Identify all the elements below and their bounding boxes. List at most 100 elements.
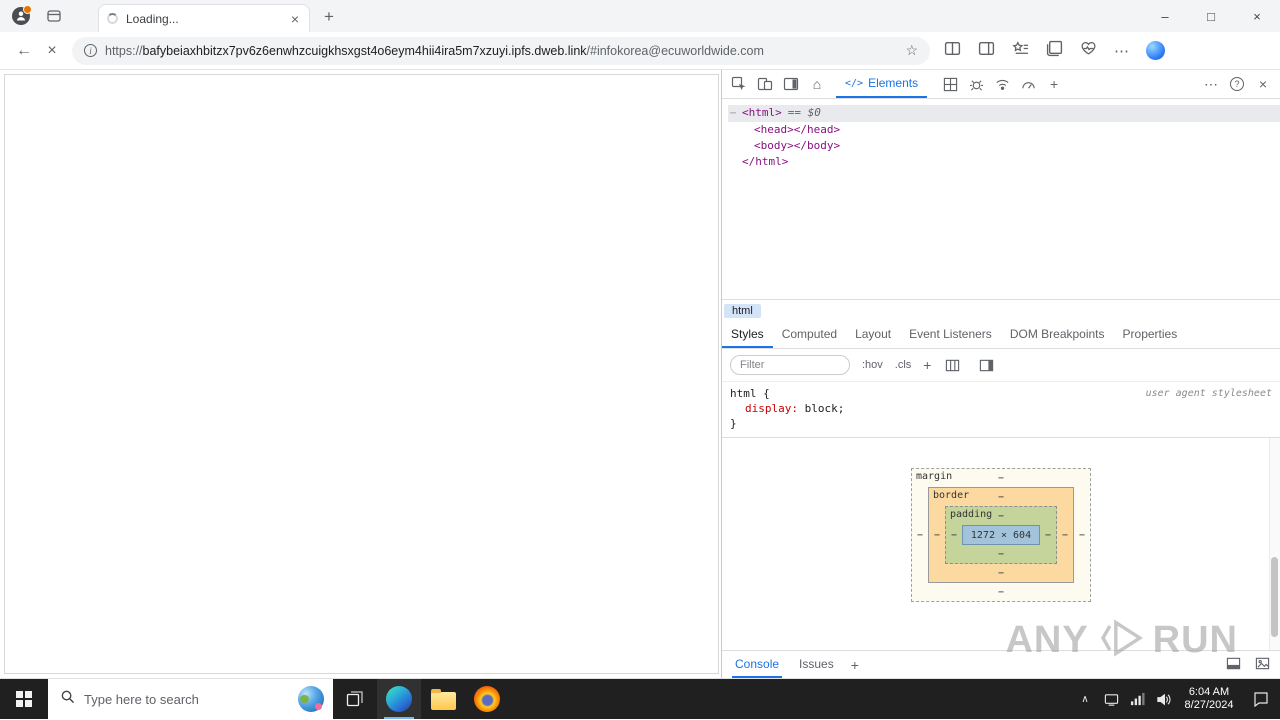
margin-left-value[interactable]: −	[912, 487, 928, 583]
devtools-more-icon[interactable]: ⋯	[1198, 71, 1224, 97]
computed-columns-icon[interactable]	[939, 352, 965, 378]
taskbar-firefox-button[interactable]	[465, 679, 509, 719]
taskbar: Type here to search ∧ 6:04 AM 8/27/2024	[0, 679, 1280, 719]
code-brackets-icon: </>	[845, 77, 864, 89]
network-tray-icon[interactable]	[1124, 679, 1150, 719]
box-model-padding[interactable]: padding − − − − 1272 × 604	[945, 506, 1057, 564]
address-bar[interactable]: i https://bafybeiaxhbitzx7pv6z6enwhzcuig…	[72, 36, 930, 65]
padding-right-value[interactable]: −	[1040, 525, 1056, 545]
scrollbar-thumb[interactable]	[1271, 556, 1278, 638]
tab-computed[interactable]: Computed	[773, 321, 846, 348]
browser-toolbar: ← × i https://bafybeiaxhbitzx7pv6z6enwhz…	[0, 32, 1280, 70]
profile-avatar-icon[interactable]	[12, 5, 32, 25]
split-screen-icon[interactable]	[944, 40, 961, 62]
css-value[interactable]: block;	[805, 402, 845, 415]
dom-node-body[interactable]: <body></body>	[728, 138, 1280, 154]
devtools-panel: ⌂ </> Elements + ⋯ ? × ⋯ <html> == $0 <h…	[722, 70, 1280, 678]
padding-bottom-value[interactable]: −	[962, 545, 1040, 563]
tab-layout[interactable]: Layout	[846, 321, 900, 348]
search-icon	[60, 689, 75, 709]
border-right-value[interactable]: −	[1057, 506, 1073, 564]
favorites-list-icon[interactable]	[1012, 40, 1029, 62]
panel-performance-icon[interactable]	[1015, 71, 1041, 97]
window-close-button[interactable]: ×	[1234, 0, 1280, 32]
box-model-content[interactable]: 1272 × 604	[962, 525, 1040, 545]
show-sidebar-icon[interactable]	[973, 352, 999, 378]
start-button[interactable]	[0, 679, 48, 719]
stop-loading-button[interactable]: ×	[38, 37, 66, 65]
css-selector: html {	[730, 387, 770, 400]
tab-actions-icon[interactable]	[46, 8, 62, 24]
tab-dom-breakpoints[interactable]: DOM Breakpoints	[1001, 321, 1114, 348]
border-label: border	[933, 490, 970, 501]
news-interests-icon[interactable]	[298, 686, 324, 712]
tab-properties[interactable]: Properties	[1114, 321, 1187, 348]
taskbar-clock[interactable]: 6:04 AM 8/27/2024	[1176, 686, 1242, 712]
collections-icon[interactable]	[1046, 40, 1063, 62]
panel-grid-icon[interactable]	[937, 71, 963, 97]
hidden-icons-chevron[interactable]: ∧	[1072, 679, 1098, 719]
toggle-hover-state[interactable]: :hov	[862, 359, 883, 371]
display-tray-icon[interactable]	[1098, 679, 1124, 719]
styles-filter-row: :hov .cls +	[722, 349, 1280, 382]
taskbar-search[interactable]: Type here to search	[48, 679, 333, 719]
device-toolbar-icon[interactable]	[752, 71, 778, 97]
dom-tree: ⋯ <html> == $0 <head></head> <body></body>…	[722, 99, 1280, 299]
drawer-more-tabs-icon[interactable]: +	[851, 657, 859, 673]
tab-event-listeners[interactable]: Event Listeners	[900, 321, 1001, 348]
dom-node-head[interactable]: <head></head>	[728, 122, 1280, 138]
site-info-icon[interactable]: i	[84, 44, 97, 57]
side-panel-icon[interactable]	[978, 40, 995, 62]
back-button[interactable]: ←	[10, 37, 38, 65]
dom-node-html-open[interactable]: ⋯ <html> == $0	[728, 105, 1280, 122]
panel-bug-icon[interactable]	[963, 71, 989, 97]
tab-styles[interactable]: Styles	[722, 321, 773, 348]
styles-filter-input[interactable]	[730, 355, 850, 375]
padding-left-value[interactable]: −	[946, 525, 962, 545]
margin-bottom-value[interactable]: −	[928, 583, 1074, 601]
more-tools-plus-icon[interactable]: +	[1041, 71, 1067, 97]
drawer-tab-console[interactable]: Console	[732, 651, 783, 678]
css-property[interactable]: display:	[745, 402, 798, 415]
scrollbar[interactable]	[1269, 438, 1280, 650]
new-tab-button[interactable]: +	[324, 7, 334, 27]
box-model-border[interactable]: border − − − − padding − − − − 1272 × 60…	[928, 487, 1074, 583]
volume-tray-icon[interactable]	[1150, 679, 1176, 719]
border-left-value[interactable]: −	[929, 506, 945, 564]
border-bottom-value[interactable]: −	[945, 564, 1057, 582]
settings-more-icon[interactable]: ⋯	[1114, 42, 1129, 60]
box-model-margin[interactable]: margin − − − − border − − − − padding − …	[911, 468, 1091, 602]
tab-elements[interactable]: </> Elements	[836, 70, 928, 98]
taskbar-file-explorer-button[interactable]	[421, 679, 465, 719]
breadcrumb-html[interactable]: html	[724, 303, 761, 318]
drawer-tab-issues[interactable]: Issues	[796, 651, 837, 678]
panel-network-icon[interactable]	[989, 71, 1015, 97]
action-center-icon[interactable]	[1242, 679, 1280, 719]
devtools-help-icon[interactable]: ?	[1224, 71, 1250, 97]
task-view-button[interactable]	[333, 679, 377, 719]
node-menu-icon[interactable]: ⋯	[730, 106, 742, 122]
window-minimize-button[interactable]: –	[1142, 0, 1188, 32]
devtools-close-icon[interactable]: ×	[1250, 71, 1276, 97]
dock-side-icon[interactable]	[778, 71, 804, 97]
dom-node-html-close[interactable]: </html>	[728, 154, 1280, 170]
clock-time: 6:04 AM	[1188, 686, 1230, 698]
margin-right-value[interactable]: −	[1074, 487, 1090, 583]
clock-date: 8/27/2024	[1184, 699, 1234, 711]
tab-close-icon[interactable]: ×	[289, 12, 301, 26]
favorite-star-icon[interactable]: ☆	[905, 42, 918, 59]
copilot-icon[interactable]	[1146, 41, 1165, 60]
toggle-element-class[interactable]: .cls	[895, 359, 912, 371]
home-tab-icon[interactable]: ⌂	[804, 71, 830, 97]
browser-essentials-icon[interactable]	[1080, 40, 1097, 62]
screenshot-icon[interactable]	[1255, 656, 1270, 674]
edge-logo-icon	[386, 686, 412, 712]
window-maximize-button[interactable]: □	[1188, 0, 1234, 32]
taskbar-edge-button[interactable]	[377, 679, 421, 719]
dom-breadcrumb-bar: html	[722, 299, 1280, 321]
browser-tab[interactable]: Loading... ×	[98, 4, 310, 32]
inspect-element-icon[interactable]	[726, 71, 752, 97]
devtools-toolbar: ⌂ </> Elements + ⋯ ? ×	[722, 70, 1280, 99]
css-rule-close: }	[730, 417, 737, 430]
new-style-rule-icon[interactable]: +	[923, 357, 931, 373]
